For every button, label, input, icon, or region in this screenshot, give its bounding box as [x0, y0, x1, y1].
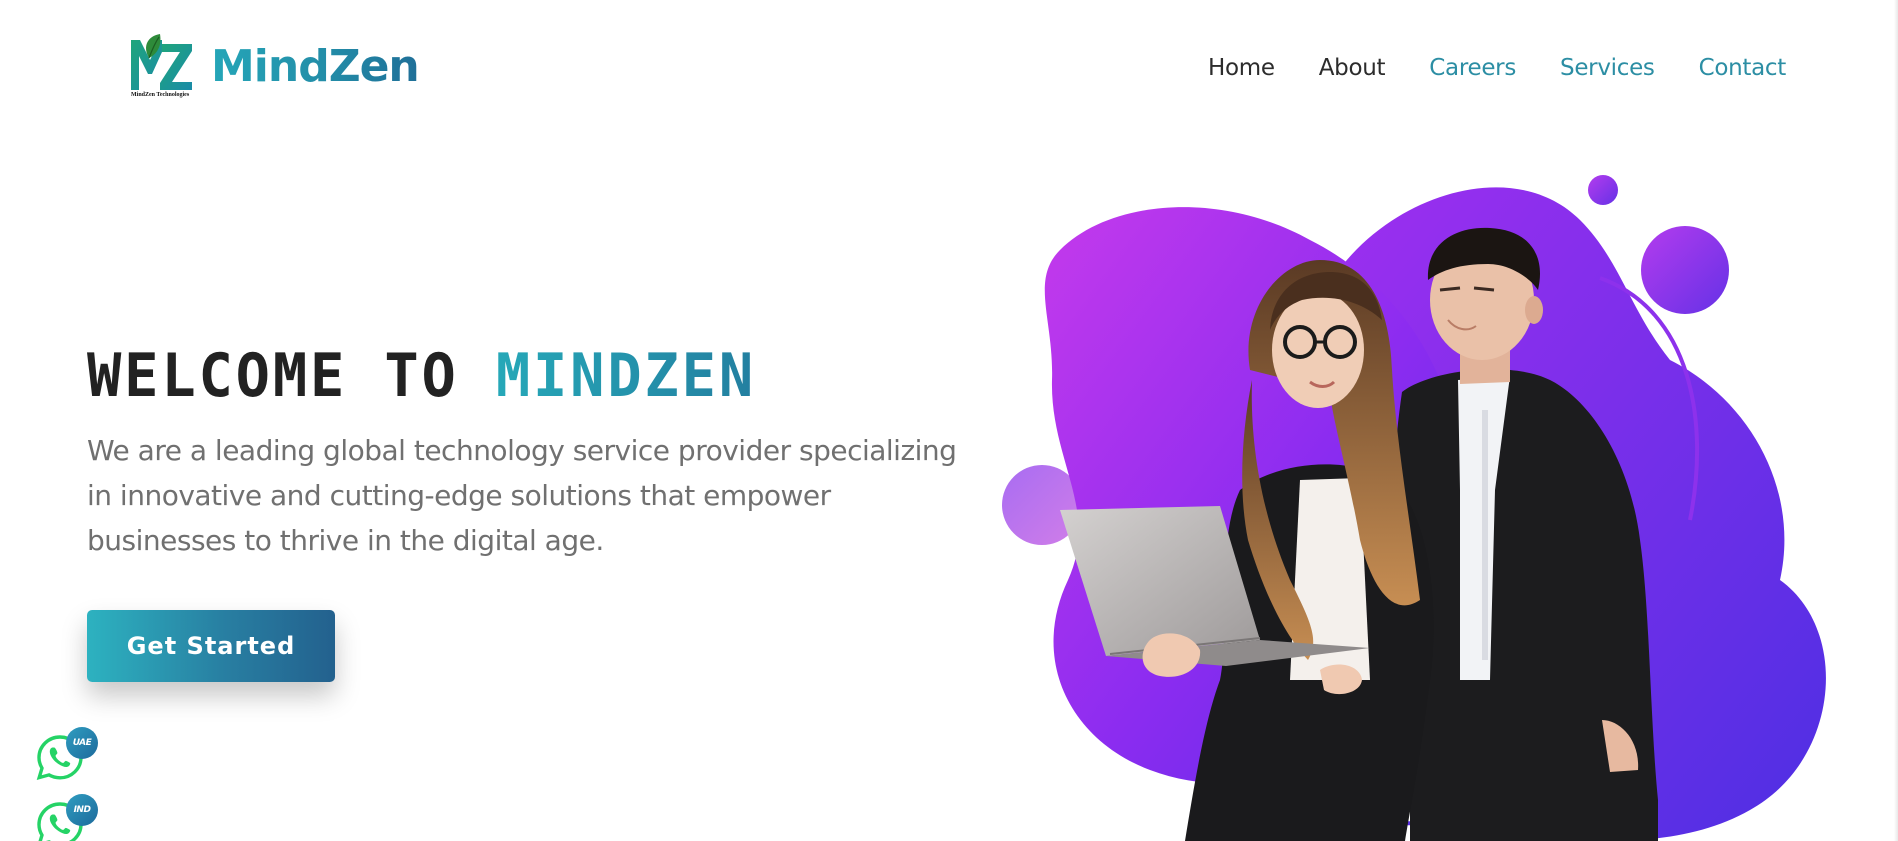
business-people-illustration: [1002, 175, 1826, 841]
whatsapp-ind-button[interactable]: IND: [36, 794, 102, 841]
site-header: MindZen Technologies MindZen Home About …: [0, 0, 1898, 130]
nav-contact[interactable]: Contact: [1699, 50, 1787, 86]
hero-description-line: in innovative and cutting-edge solutions…: [87, 479, 831, 512]
brand-caption: MindZen Technologies: [131, 92, 190, 98]
get-started-button[interactable]: Get Started: [87, 610, 335, 682]
hero-title-accent: MINDZEN: [495, 341, 757, 411]
hero-description-line: We are a leading global technology servi…: [87, 434, 957, 467]
main-nav: Home About Careers Services Contact: [1208, 50, 1786, 86]
nav-services[interactable]: Services: [1560, 50, 1655, 86]
hero-description-line: businesses to thrive in the digital age.: [87, 524, 604, 557]
hero-title-prefix: WELCOME TO: [87, 341, 459, 411]
hero-illustration: [990, 160, 1860, 841]
nav-about[interactable]: About: [1319, 50, 1386, 86]
brand-name: MindZen: [211, 40, 420, 92]
nav-careers[interactable]: Careers: [1429, 50, 1516, 86]
page: MindZen Technologies MindZen Home About …: [0, 0, 1898, 841]
hero-title: WELCOME TO MINDZEN: [87, 336, 756, 416]
right-edge-shadow: [1894, 0, 1898, 841]
wa-badge-ind: IND: [66, 794, 98, 826]
whatsapp-uae-button[interactable]: UAE: [36, 727, 102, 781]
wa-badge-uae: UAE: [66, 727, 98, 759]
brand-logo[interactable]: MindZen Technologies MindZen: [128, 32, 438, 100]
hero-description: We are a leading global technology servi…: [87, 428, 957, 563]
mindzen-logo-icon: MindZen Technologies: [128, 32, 196, 100]
nav-home[interactable]: Home: [1208, 50, 1275, 86]
